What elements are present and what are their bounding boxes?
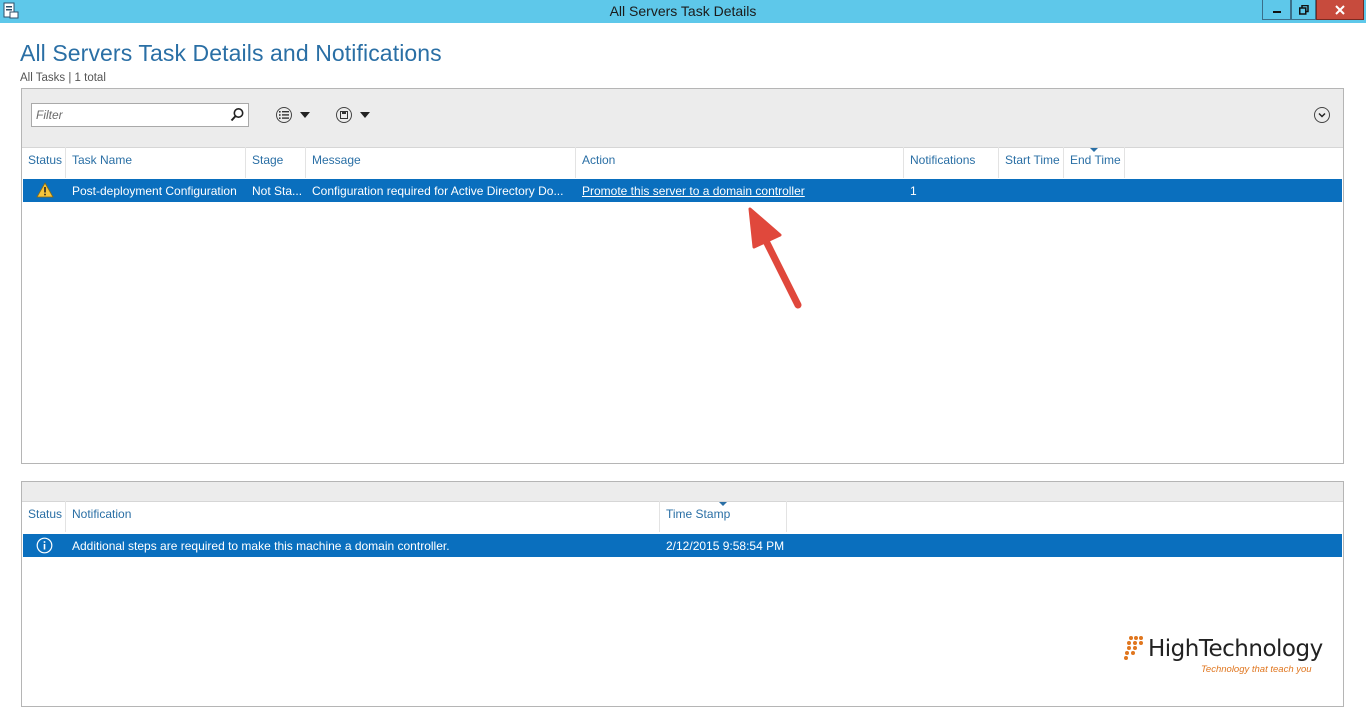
message-cell: Configuration required for Active Direct…	[312, 184, 564, 198]
tasks-header-row: Status Task Name Stage Message Action No…	[22, 147, 1343, 178]
page-title: All Servers Task Details and Notificatio…	[20, 40, 442, 66]
task-row[interactable]: Post-deployment Configuration Not Sta...…	[23, 179, 1342, 202]
search-icon[interactable]	[228, 106, 246, 124]
stage-cell: Not Sta...	[252, 184, 303, 198]
filter-input[interactable]	[32, 104, 226, 126]
notifications-count-cell: 1	[910, 184, 917, 198]
logo-tagline: Technology that teach you	[1201, 664, 1312, 675]
column-header-message[interactable]: Message	[306, 147, 576, 178]
list-icon	[276, 107, 292, 123]
queries-button[interactable]	[276, 105, 310, 125]
restore-button[interactable]	[1291, 0, 1316, 20]
logo-brand-text: HighTechnology	[1148, 636, 1323, 662]
minimize-button[interactable]	[1262, 0, 1291, 20]
annotation-arrow	[748, 207, 802, 309]
chevron-down-icon	[360, 112, 370, 118]
hightechnology-logo: HighTechnology Technology that teach you	[1120, 632, 1323, 682]
notification-row[interactable]: Additional steps are required to make th…	[23, 534, 1342, 557]
chevron-down-icon	[300, 112, 310, 118]
notifications-header-row: Status Notification Time Stamp	[22, 501, 1343, 532]
chevron-down-icon	[1318, 112, 1326, 118]
save-icon	[336, 107, 352, 123]
notification-text-cell: Additional steps are required to make th…	[72, 539, 450, 553]
save-query-button[interactable]	[336, 105, 370, 125]
tasks-toolbar	[22, 89, 1343, 148]
title-bar: All Servers Task Details	[0, 0, 1366, 23]
promote-domain-controller-link[interactable]: Promote this server to a domain controll…	[582, 184, 805, 198]
sort-descending-icon	[719, 502, 727, 506]
column-header-action[interactable]: Action	[576, 147, 904, 178]
task-count-label: All Tasks | 1 total	[20, 72, 106, 84]
logo-dots-icon	[1124, 636, 1143, 660]
warning-icon	[36, 182, 54, 198]
column-header-start-time[interactable]: Start Time	[999, 147, 1064, 178]
time-stamp-cell: 2/12/2015 9:58:54 PM	[666, 539, 785, 553]
column-header-status[interactable]: Status	[22, 501, 66, 532]
column-header-task-name[interactable]: Task Name	[66, 147, 246, 178]
column-header-notifications[interactable]: Notifications	[904, 147, 999, 178]
restore-icon	[1298, 4, 1309, 15]
minimize-icon	[1272, 10, 1281, 13]
task-name-cell: Post-deployment Configuration	[72, 184, 237, 198]
close-icon	[1335, 4, 1345, 15]
close-button[interactable]	[1316, 0, 1364, 20]
notifications-toolbar	[22, 482, 1343, 502]
sort-descending-icon	[1090, 148, 1098, 152]
column-header-time-stamp-label: Time Stamp	[666, 507, 731, 521]
column-header-time-stamp[interactable]: Time Stamp	[660, 501, 787, 532]
info-icon	[36, 537, 53, 554]
column-header-end-time-label: End Time	[1070, 153, 1121, 167]
column-header-status[interactable]: Status	[22, 147, 66, 178]
column-header-end-time[interactable]: End Time	[1064, 147, 1125, 178]
window-title: All Servers Task Details	[609, 3, 757, 19]
column-header-notification[interactable]: Notification	[66, 501, 660, 532]
expand-button[interactable]	[1314, 107, 1330, 123]
filter-box	[31, 103, 249, 127]
tasks-panel: Status Task Name Stage Message Action No…	[21, 88, 1344, 464]
column-header-stage[interactable]: Stage	[246, 147, 306, 178]
action-cell: Promote this server to a domain controll…	[582, 184, 902, 198]
